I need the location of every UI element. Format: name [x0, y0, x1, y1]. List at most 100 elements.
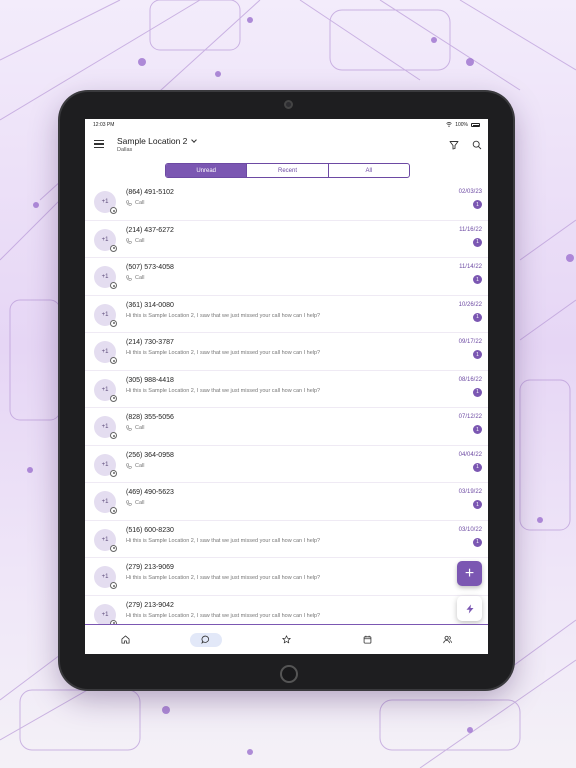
message-preview: Call: [126, 200, 144, 206]
message-preview: Hi this is Sample Location 2, I saw that…: [126, 538, 320, 544]
channel-badge-icon: [110, 507, 117, 514]
new-conversation-button[interactable]: +: [457, 561, 482, 586]
app-header: Sample Location 2 Dallas: [85, 131, 488, 163]
conversation-row[interactable]: +1 (864) 491-5102 Call 02/03/23 1: [85, 183, 488, 221]
location-name: Sample Location 2: [117, 136, 188, 146]
phone-icon: [126, 425, 132, 431]
conversation-date: 03/19/22: [458, 489, 482, 495]
message-preview: Hi this is Sample Location 2, I saw that…: [126, 575, 320, 581]
nav-messages[interactable]: [166, 625, 247, 654]
nav-contacts[interactable]: [407, 625, 488, 654]
message-preview: Hi this is Sample Location 2, I saw that…: [126, 313, 320, 319]
phone-icon: [126, 275, 132, 281]
unread-count-badge: 1: [473, 462, 482, 472]
star-icon: [282, 635, 291, 644]
preview-text: Call: [135, 462, 145, 469]
contact-phone: (361) 314-0080: [126, 301, 174, 309]
conversation-row[interactable]: +1 (279) 213-9069 Hi this is Sample Locati…: [85, 558, 488, 596]
contact-phone: (828) 355-5056: [126, 414, 174, 421]
unread-count-badge: 1: [473, 387, 482, 397]
preview-text: Call: [135, 275, 145, 281]
home-icon: [121, 635, 130, 644]
conversation-row[interactable]: +1 (507) 573-4058 Call 11/14/22 1: [85, 258, 488, 296]
message-preview: Call: [126, 425, 144, 431]
unread-count-badge: 1: [473, 500, 482, 509]
contacts-icon: [443, 635, 452, 644]
chevron-down-icon: [191, 137, 198, 143]
battery-percent: 100%: [455, 122, 468, 128]
channel-badge-icon: [110, 582, 117, 589]
preview-text: Call: [135, 500, 145, 506]
wifi-icon: [446, 121, 452, 129]
conversation-row[interactable]: +1 (828) 355-5056 Call 07/12/22 1: [85, 408, 488, 446]
conversation-row[interactable]: +1 (256) 364-0958 Call 04/04/22 1: [85, 446, 488, 483]
location-selector[interactable]: Sample Location 2 Dallas: [117, 136, 198, 153]
conversation-row[interactable]: +1 (516) 600-8230 Hi this is Sample Locati…: [85, 521, 488, 558]
battery-icon: [471, 123, 480, 127]
chat-icon: [201, 635, 210, 644]
contact-phone: (214) 437-6272: [126, 226, 174, 234]
status-bar: 12:03 PM 100%: [85, 119, 488, 131]
preview-text: Hi this is Sample Location 2, I saw that…: [126, 575, 321, 581]
conversation-row[interactable]: +1 (214) 437-6272 Call 11/16/22 1: [85, 221, 488, 258]
channel-badge-icon: [110, 282, 117, 289]
nav-home[interactable]: [85, 625, 166, 654]
message-preview: Hi this is Sample Location 2, I saw that…: [126, 350, 320, 356]
nav-calendar[interactable]: [327, 625, 408, 654]
conversation-row[interactable]: +1 (305) 988-4418 Hi this is Sample Locati…: [85, 371, 488, 408]
search-icon[interactable]: [472, 140, 482, 150]
preview-text: Call: [135, 237, 145, 244]
channel-badge-icon: [110, 544, 117, 552]
unread-count-badge: 1: [473, 350, 482, 359]
conversation-row[interactable]: +1 (361) 314-0080 Hi this is Sample Locati…: [85, 296, 488, 333]
tab-all[interactable]: All: [329, 164, 409, 177]
conversation-date: 10/26/22: [458, 301, 482, 308]
unread-count-badge: 1: [473, 425, 482, 434]
conversation-date: 07/12/22: [458, 414, 482, 420]
tab-unread[interactable]: Unread: [166, 164, 248, 177]
conversation-row[interactable]: +1 (214) 730-3787 Hi this is Sample Locati…: [85, 333, 488, 371]
preview-text: Call: [135, 200, 145, 206]
conversation-date: 11/14/22: [459, 264, 482, 270]
preview-text: Hi this is Sample Location 2, I saw that…: [126, 350, 321, 356]
channel-badge-icon: [110, 469, 117, 477]
quick-action-button[interactable]: [457, 596, 482, 621]
camera: [284, 100, 293, 109]
conversation-date: 03/10/22: [458, 526, 482, 533]
contact-phone: (864) 491-5102: [126, 189, 174, 196]
preview-text: Hi this is Sample Location 2, I saw that…: [126, 387, 321, 394]
tab-recent[interactable]: Recent: [247, 164, 329, 177]
message-preview: Call: [126, 275, 144, 281]
app-screen: 12:03 PM 100% Sample Location 2 Dallas U…: [85, 119, 488, 654]
phone-icon: [126, 500, 132, 506]
nav-favorites[interactable]: [246, 625, 327, 654]
bolt-icon: [466, 604, 473, 613]
home-button[interactable]: [280, 665, 298, 683]
unread-count-badge: 1: [473, 312, 482, 322]
menu-icon[interactable]: [94, 140, 104, 148]
phone-icon: [126, 462, 132, 469]
contact-phone: (469) 490-5623: [126, 489, 174, 496]
conversation-row[interactable]: +1 (469) 490-5623 Call 03/19/22 1: [85, 483, 488, 521]
phone-icon: [126, 237, 132, 244]
tablet-frame: 12:03 PM 100% Sample Location 2 Dallas U…: [60, 92, 513, 689]
unread-count-badge: 1: [473, 537, 482, 547]
conversation-date: 08/16/22: [458, 376, 482, 383]
unread-count-badge: 1: [473, 275, 482, 284]
preview-text: Hi this is Sample Location 2, I saw that…: [126, 612, 321, 619]
conversation-date: 04/04/22: [458, 451, 482, 458]
message-preview: Hi this is Sample Location 2, I saw that…: [126, 388, 320, 394]
calendar-icon: [363, 635, 371, 644]
contact-phone: (279) 213-9069: [126, 564, 174, 571]
preview-text: Hi this is Sample Location 2, I saw that…: [126, 312, 321, 319]
channel-badge-icon: [110, 244, 117, 252]
contact-phone: (279) 213-9042: [126, 601, 174, 609]
conversation-date: 02/03/23: [458, 189, 482, 195]
contact-phone: (214) 730-3787: [126, 339, 174, 346]
filter-icon[interactable]: [449, 140, 459, 150]
message-preview: Hi this is Sample Location 2, I saw that…: [126, 613, 320, 619]
contact-phone: (516) 600-8230: [126, 526, 174, 534]
contact-phone: (256) 364-0958: [126, 451, 174, 459]
status-time: 12:03 PM: [93, 122, 115, 128]
preview-text: Hi this is Sample Location 2, I saw that…: [126, 537, 321, 544]
